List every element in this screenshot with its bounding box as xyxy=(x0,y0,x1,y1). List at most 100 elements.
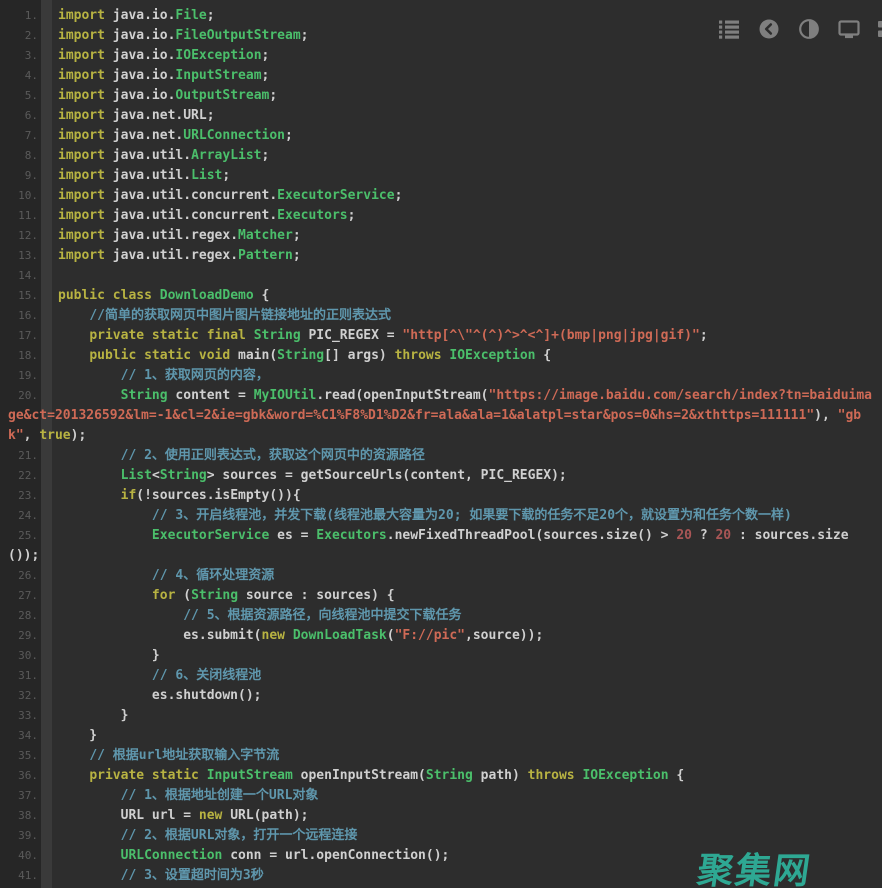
code-token: new xyxy=(262,628,285,643)
code-token: import xyxy=(58,28,105,43)
line-number: 24. xyxy=(8,506,58,526)
line-number: 21. xyxy=(8,446,58,466)
line-number: 1. xyxy=(8,6,58,26)
monitor-icon[interactable] xyxy=(837,17,861,41)
code-line: 23. if(!sources.isEmpty()){ xyxy=(8,486,878,506)
line-number: 18. xyxy=(8,346,58,366)
code-token: if xyxy=(121,488,137,503)
code-token: ExecutorService xyxy=(152,528,269,543)
line-number: 26. xyxy=(8,566,58,586)
code-token: (!sources.isEmpty()){ xyxy=(136,488,300,503)
code-line: 31. // 6、关闭线程池 xyxy=(8,666,878,686)
more-partial-icon[interactable] xyxy=(877,17,882,41)
line-number: 19. xyxy=(8,366,58,386)
code-token xyxy=(58,748,89,763)
line-number: 25. xyxy=(8,526,58,546)
line-number: 23. xyxy=(8,486,58,506)
code-token: String xyxy=(254,328,301,343)
code-token: import xyxy=(58,68,105,83)
watermark: 聚集网 xyxy=(694,842,815,888)
code-token: java.net. xyxy=(105,128,183,143)
code-line: 30. } xyxy=(8,646,878,666)
code-token: DownloadDemo xyxy=(160,288,254,303)
code-token: public class xyxy=(58,288,152,303)
code-token xyxy=(58,448,121,463)
line-number: 22. xyxy=(8,466,58,486)
code-token: // 1、获取网页的内容， xyxy=(121,368,269,383)
code-line: 8.import java.util.ArrayList; xyxy=(8,146,878,166)
code-token: java.util.concurrent. xyxy=(105,208,277,223)
code-token: 20 xyxy=(676,528,692,543)
back-icon[interactable] xyxy=(757,17,781,41)
code-token: path) xyxy=(473,768,528,783)
code-line: 19. // 1、获取网页的内容， xyxy=(8,366,878,386)
code-token: new xyxy=(199,808,222,823)
code-token: { xyxy=(535,348,551,363)
code-token: 20 xyxy=(715,528,731,543)
code-token: //简单的获取网页中图片图片链接地址的正则表达式 xyxy=(89,308,391,323)
code-line: 7.import java.net.URLConnection; xyxy=(8,126,878,146)
line-number: 31. xyxy=(8,666,58,686)
code-token: source : sources) { xyxy=(238,588,395,603)
code-token: ( xyxy=(387,628,395,643)
code-token: java.util.concurrent. xyxy=(105,188,277,203)
code-line: 32. es.shutdown(); xyxy=(8,686,878,706)
code-token: ; xyxy=(262,48,270,63)
code-token: private static final xyxy=(89,328,246,343)
code-token: // 2、使用正则表达式，获取这个网页中的资源路径 xyxy=(121,448,425,463)
code-line: 4.import java.io.InputStream; xyxy=(8,66,878,86)
code-token: List xyxy=(121,468,152,483)
code-line: 26. // 4、循环处理资源 xyxy=(8,566,878,586)
code-token: ; xyxy=(269,88,277,103)
code-token: java.io. xyxy=(105,68,175,83)
code-token: } xyxy=(58,728,97,743)
code-token: import xyxy=(58,108,105,123)
code-token xyxy=(58,348,89,363)
code-line: 11.import java.util.concurrent.Executors… xyxy=(8,206,878,226)
line-number: 5. xyxy=(8,86,58,106)
code-token: import xyxy=(58,168,105,183)
code-token: < xyxy=(152,468,160,483)
code-token: Executors xyxy=(316,528,386,543)
code-token xyxy=(58,768,89,783)
code-token: "http[^\"^(^)^>^<^]+(bmp|png|jpg|gif)" xyxy=(402,328,699,343)
code-token: private static xyxy=(89,768,199,783)
code-token xyxy=(58,568,152,583)
code-token: ); xyxy=(71,428,87,443)
code-line: 12.import java.util.regex.Matcher; xyxy=(8,226,878,246)
list-icon[interactable] xyxy=(717,17,741,41)
line-number: 17. xyxy=(8,326,58,346)
code-lines: 1.import java.io.File;2.import java.io.F… xyxy=(0,0,882,888)
code-viewer: 1.import java.io.File;2.import java.io.F… xyxy=(0,0,882,888)
line-number: 10. xyxy=(8,186,58,206)
line-number: 13. xyxy=(8,246,58,266)
code-line: 20. String content = MyIOUtil.read(openI… xyxy=(8,386,878,446)
code-token: // 3、开启线程池，并发下载(线程池最大容量为20; 如果要下载的任务不足20… xyxy=(152,508,792,523)
code-token: IOException xyxy=(582,768,668,783)
code-token: ; xyxy=(285,128,293,143)
code-token: ( xyxy=(175,588,191,603)
code-token: InputStream xyxy=(175,68,261,83)
code-token: Executors xyxy=(277,208,347,223)
code-token: ; xyxy=(207,8,215,23)
code-token: } xyxy=(58,648,160,663)
line-number: 27. xyxy=(8,586,58,606)
code-token xyxy=(58,528,152,543)
line-number: 15. xyxy=(8,286,58,306)
line-number: 34. xyxy=(8,726,58,746)
code-token: ; xyxy=(262,68,270,83)
contrast-icon[interactable] xyxy=(797,17,821,41)
line-number: 36. xyxy=(8,766,58,786)
code-token: URLConnection xyxy=(121,848,223,863)
line-number: 14. xyxy=(8,266,58,286)
code-token: ArrayList xyxy=(191,148,261,163)
code-token xyxy=(58,788,121,803)
code-token: String xyxy=(277,348,324,363)
code-token: import xyxy=(58,88,105,103)
code-token: .read(openInputStream( xyxy=(316,388,488,403)
line-number: 30. xyxy=(8,646,58,666)
code-token: // 5、根据资源路径，向线程池中提交下载任务 xyxy=(183,608,461,623)
code-token: String xyxy=(426,768,473,783)
code-token: { xyxy=(254,288,270,303)
code-token: File xyxy=(175,8,206,23)
